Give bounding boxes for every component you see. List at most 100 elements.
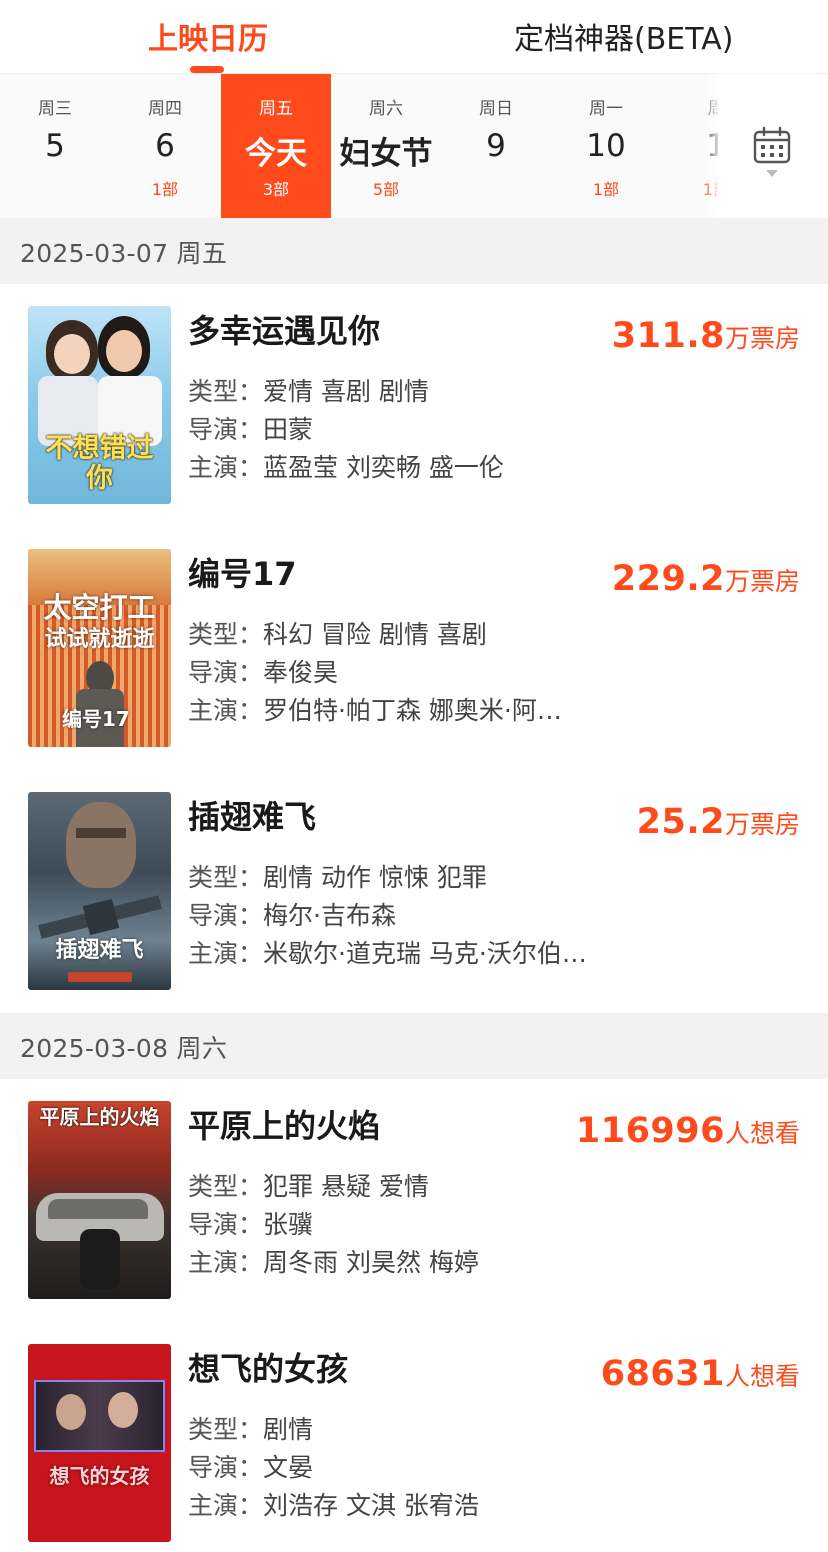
day-date: 9 [486,128,506,164]
cast-value: 刘浩存 文淇 张宥浩 [263,1491,479,1520]
day-weekday: 周日 [479,99,513,119]
movie-poster[interactable]: 平原上的火焰 [28,1101,171,1299]
movie-genre: 类型：剧情 动作 惊悚 犯罪 [188,858,487,894]
movie-item[interactable]: 不想错过你 多幸运遇见你 311.8万票房 类型：爱情 喜剧 剧情 导演：田蒙 … [0,284,828,527]
director-label: 导演： [188,415,264,444]
day-count: 5部 [372,180,400,199]
day-date: 妇女节 [339,136,433,172]
movie-poster[interactable]: 不想错过你 [28,306,171,504]
genre-value: 爱情 喜剧 剧情 [263,377,429,406]
movie-genre: 类型：爱情 喜剧 剧情 [188,372,429,408]
date-strip: 周三 5 周四 6 1部 周五 今天 3部 周六 妇女节 5部 周日 9 周一 … [0,74,828,218]
movie-cast: 主演：蓝盈莹 刘奕畅 盛一伦 [188,448,504,484]
tab-release-calendar[interactable]: 上映日历 [148,20,268,60]
want-to-see-value: 68631 [600,1354,725,1394]
director-value: 张骥 [263,1210,314,1239]
section-header-date: 2025-03-08 周六 [0,1013,828,1079]
day-weekday: 周四 [148,99,182,119]
movie-cast: 主演：周冬雨 刘昊然 梅婷 [188,1243,479,1279]
movie-genre: 类型：犯罪 悬疑 爱情 [188,1167,429,1203]
day-count: 3部 [262,180,290,199]
day-date: 今天 [245,136,307,172]
movie-genre: 类型：科幻 冒险 剧情 喜剧 [188,615,487,651]
box-office: 229.2万票房 [612,559,800,599]
day-count: 1部 [592,180,620,199]
top-tab-bar: 上映日历 定档神器(BETA) [0,0,828,74]
director-value: 文晏 [263,1453,314,1482]
movie-item[interactable]: 平原上的火焰 平原上的火焰 116996人想看 类型：犯罪 悬疑 爱情 导演：张… [0,1079,828,1322]
movie-item[interactable]: 插翅难飞 插翅难飞 25.2万票房 类型：剧情 动作 惊悚 犯罪 导演：梅尔·吉… [0,770,828,1013]
movie-director: 导演：田蒙 [188,410,313,446]
movie-poster[interactable]: 太空打工 试试就逝逝 编号17 [28,549,171,747]
section-header-date: 2025-03-07 周五 [0,218,828,284]
movie-cast: 主演：刘浩存 文淇 张宥浩 [188,1486,479,1522]
box-office: 311.8万票房 [612,316,800,356]
day-item-today[interactable]: 周五 今天 3部 [221,74,331,218]
movie-director: 导演：文晏 [188,1448,313,1484]
day-date: 6 [155,128,175,164]
want-to-see-value: 116996 [575,1111,725,1151]
day-date: 5 [45,128,65,164]
want-to-see: 68631人想看 [601,1354,800,1394]
box-office-unit: 万票房 [724,567,800,596]
movie-cast: 主演：罗伯特·帕丁森 娜奥米·阿… [188,691,562,727]
cast-label: 主演： [188,453,264,482]
day-date: 10 [586,128,626,164]
box-office-value: 229.2 [611,559,725,599]
box-office-unit: 万票房 [724,324,800,353]
movie-director: 导演：梅尔·吉布森 [188,896,396,932]
cast-label: 主演： [188,939,264,968]
movie-title[interactable]: 编号17 [188,549,297,595]
cast-value: 米歇尔·道克瑞 马克·沃尔伯… [263,939,587,968]
movie-director: 导演：张骥 [188,1205,313,1241]
director-value: 奉俊昊 [263,658,339,687]
poster-title-text: 想飞的女孩 [49,1464,150,1488]
want-to-see-unit: 人想看 [724,1119,800,1148]
section-date-label: 2025-03-07 周五 [20,239,228,268]
genre-value: 犯罪 悬疑 爱情 [263,1172,429,1201]
genre-label: 类型： [188,377,264,406]
poster-title-text: 编号17 [62,707,130,731]
cast-label: 主演： [188,1491,264,1520]
movie-poster[interactable]: 想飞的女孩 [28,1344,171,1542]
cast-value: 罗伯特·帕丁森 娜奥米·阿… [263,696,562,725]
box-office-value: 25.2 [636,802,725,842]
genre-label: 类型： [188,1172,264,1201]
poster-title-text: 插翅难飞 [55,938,144,963]
genre-value: 剧情 动作 惊悚 犯罪 [263,863,487,892]
calendar-button[interactable] [718,74,828,218]
genre-label: 类型： [188,863,264,892]
director-label: 导演： [188,1453,264,1482]
day-weekday: 周五 [259,99,293,119]
movie-poster[interactable]: 插翅难飞 [28,792,171,990]
movie-genre: 类型：剧情 [188,1410,313,1446]
day-item-10[interactable]: 周一 10 1部 [551,74,661,218]
genre-label: 类型： [188,1415,264,1444]
movie-item[interactable]: 想飞的女孩 想飞的女孩 68631人想看 类型：剧情 导演：文晏 主演：刘浩存 … [0,1322,828,1552]
active-tab-indicator [190,66,224,73]
day-weekday: 周一 [589,99,623,119]
day-item-6[interactable]: 周四 6 1部 [110,74,220,218]
cast-label: 主演： [188,1248,264,1277]
day-item-5[interactable]: 周三 5 [0,74,110,218]
genre-value: 剧情 [263,1415,314,1444]
poster-title-text: 平原上的火焰 [39,1105,160,1129]
cast-value: 蓝盈莹 刘奕畅 盛一伦 [263,453,504,482]
day-item-9[interactable]: 周日 9 [441,74,551,218]
movie-title[interactable]: 想飞的女孩 [188,1344,348,1390]
cast-value: 周冬雨 刘昊然 梅婷 [263,1248,479,1277]
movie-title[interactable]: 多幸运遇见你 [188,306,380,352]
movie-title[interactable]: 插翅难飞 [188,792,316,838]
director-label: 导演： [188,1210,264,1239]
box-office-unit: 万票房 [724,810,800,839]
box-office-value: 311.8 [611,316,725,356]
director-value: 梅尔·吉布森 [263,901,396,930]
day-item-8[interactable]: 周六 妇女节 5部 [331,74,441,218]
tab-schedule-tool[interactable]: 定档神器(BETA) [514,20,733,60]
section-date-label: 2025-03-08 周六 [20,1034,228,1063]
movie-title[interactable]: 平原上的火焰 [188,1101,380,1147]
box-office: 25.2万票房 [637,802,800,842]
movie-director: 导演：奉俊昊 [188,653,338,689]
director-value: 田蒙 [263,415,314,444]
movie-item[interactable]: 太空打工 试试就逝逝 编号17 编号17 229.2万票房 类型：科幻 冒险 剧… [0,527,828,770]
